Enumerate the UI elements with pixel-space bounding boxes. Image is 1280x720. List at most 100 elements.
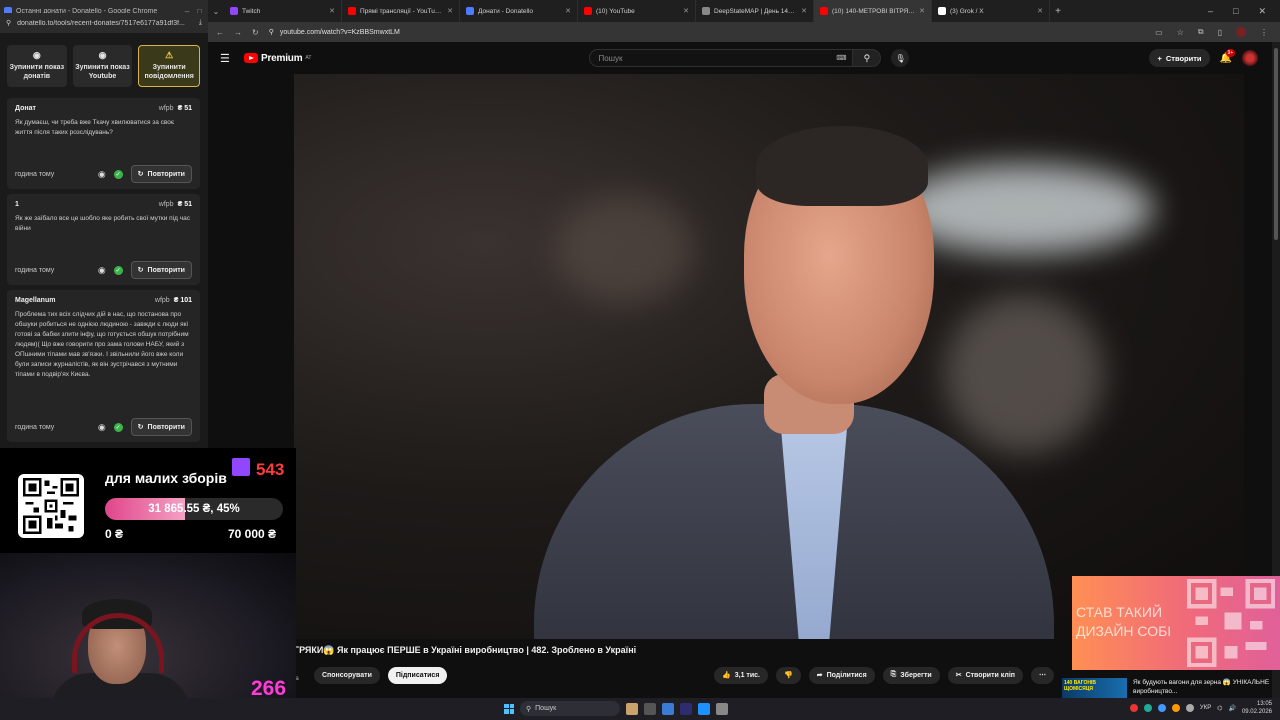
sponsor-button[interactable]: Спонсорувати (314, 666, 380, 684)
close-icon[interactable]: ✕ (919, 7, 925, 15)
close-icon[interactable]: ✕ (683, 7, 689, 15)
related-video[interactable]: 140 ВАГОНІВ ЩОМІСЯЦЯ Як будують вагони д… (1062, 678, 1272, 700)
dislike-button[interactable]: 👎 (776, 666, 801, 684)
eye-icon[interactable]: ◉ (98, 169, 106, 180)
keyboard-icon[interactable]: ⌨ (836, 54, 846, 62)
related-video-thumbnail[interactable]: 140 ВАГОНІВ ЩОМІСЯЦЯ (1062, 678, 1127, 700)
tray-icon[interactable] (1143, 704, 1152, 712)
video-player[interactable] (294, 74, 1244, 639)
tab-twitch[interactable]: Twitch ✕ (224, 0, 342, 22)
windows-start-icon[interactable] (504, 703, 514, 714)
sponsor-label: Спонсорувати (322, 671, 372, 679)
close-window-icon[interactable]: ✕ (1258, 6, 1266, 17)
repeat-icon: ↻ (137, 424, 144, 431)
bookmark-star-icon[interactable]: ☆ (1177, 28, 1184, 37)
new-tab-button[interactable]: + (1050, 0, 1066, 22)
site-info-icon[interactable]: ⚲ (6, 19, 11, 27)
donation-card: Magellanum wfpb ₴ 101 Проблема тих всіх сл… (7, 290, 200, 442)
close-icon[interactable]: ✕ (801, 7, 807, 15)
donation-amount: ₴ 51 (177, 201, 192, 208)
notifications-button[interactable]: 🔔 9+ (1220, 48, 1236, 64)
network-icon[interactable]: ⌬ (1217, 705, 1222, 712)
volume-icon[interactable]: 🔊 (1228, 705, 1235, 712)
close-icon[interactable]: ✕ (447, 7, 453, 15)
stop-youtube-button[interactable]: ◉ Зупинити показ Youtube (72, 45, 133, 87)
close-icon[interactable]: ✕ (329, 7, 335, 15)
tab-youtube[interactable]: (10) YouTube ✕ (578, 0, 696, 22)
taskbar-app-icon[interactable] (644, 702, 656, 715)
tab-youtube-video[interactable]: (10) 140-МЕТРОВІ ВІТРЯКИ ✕ (814, 0, 932, 22)
tray-icon[interactable] (1171, 704, 1180, 712)
extensions-icon[interactable]: ⧉ (1198, 27, 1204, 37)
forward-icon[interactable]: → (234, 28, 242, 37)
search-button[interactable]: ⚲ (853, 49, 882, 67)
maximize-icon[interactable]: □ (1233, 6, 1238, 16)
tab-deepstatemap[interactable]: DeepStateMAP | День 1447 | На ✕ (696, 0, 814, 22)
qr-code-graphic (23, 478, 79, 534)
scrollbar-thumb[interactable] (1274, 48, 1278, 240)
search-input[interactable]: Пошук ⌨ (589, 49, 854, 67)
tab-grok[interactable]: (3) Grok / X ✕ (932, 0, 1050, 22)
system-clock[interactable]: 13:05 09.02.2026 (1242, 700, 1272, 716)
donation-amount: ₴ 101 (173, 297, 192, 304)
save-button[interactable]: ⎘ Зберегти (882, 666, 940, 684)
minimize-icon[interactable]: – (1208, 6, 1213, 16)
taskbar-app-icon[interactable] (716, 702, 728, 715)
taskbar-app-icon[interactable] (698, 702, 710, 715)
tab-donatello[interactable]: Донати - Donatello ✕ (460, 0, 578, 22)
stop-donations-button[interactable]: ◉ Зупинити показ донатів (7, 45, 67, 87)
donation-platform: wfpb (158, 201, 174, 208)
taskbar-app-icon[interactable] (626, 702, 638, 715)
clip-button[interactable]: ✂ Створити кліп (947, 666, 1023, 684)
tray-icon[interactable] (1129, 704, 1138, 712)
like-button[interactable]: 👍 3,1 тис. (714, 666, 768, 684)
language-indicator[interactable]: УКР (1200, 705, 1211, 711)
repeat-button[interactable]: ↻ Повторити (130, 165, 192, 183)
repeat-button[interactable]: ↻ Повторити (130, 418, 192, 436)
bookmark-icon: ⎘ (890, 671, 897, 678)
sidebar-icon[interactable]: ▯ (1218, 28, 1222, 37)
taskbar-app-icon[interactable] (662, 702, 674, 715)
close-icon[interactable]: ✕ (565, 7, 571, 15)
tray-icon[interactable] (1185, 704, 1194, 712)
close-icon[interactable]: ✕ (1037, 7, 1043, 15)
stop-messages-button[interactable]: ⚠ Зупинити повідомлення (138, 45, 201, 87)
create-button[interactable]: + Створити (1149, 49, 1210, 67)
windows-taskbar: ⚲ Пошук УКР ⌬ 🔊 13:05 09.02.2026 (0, 698, 1280, 720)
tray-icon[interactable] (1157, 704, 1166, 712)
eye-icon[interactable]: ◉ (98, 422, 106, 433)
donation-time: година тому (15, 266, 55, 274)
cast-icon[interactable]: ▭ (1155, 28, 1163, 37)
subscribe-button[interactable]: Підписатися (387, 666, 448, 684)
repeat-label: Повторити (147, 170, 185, 178)
profile-avatar[interactable] (1236, 27, 1246, 37)
menu-dots-icon[interactable]: ⋮ (1260, 28, 1268, 37)
url-text: youtube.com/watch?v=KzBBSmwxtLM (279, 28, 400, 36)
download-icon[interactable]: ⤓ (199, 19, 202, 27)
promo-banner: СТАВ ТАКИЙ ДИЗАЙН СОБІ (1072, 576, 1280, 670)
like-count: 3,1 тис. (734, 671, 760, 679)
youtube-logo[interactable]: Premium AT (244, 53, 311, 64)
back-icon[interactable]: ← (216, 28, 224, 37)
speaker-hair (756, 126, 928, 206)
repeat-button[interactable]: ↻ Повторити (130, 261, 192, 279)
share-button[interactable]: ➦ Поділитися (808, 666, 875, 684)
subscribe-label: Підписатися (395, 671, 440, 679)
eye-icon[interactable]: ◉ (98, 265, 106, 276)
voice-search-button[interactable]: 🎙 (891, 49, 910, 67)
donation-message: Проблема тих всіх слідчих дій в нас, що … (15, 311, 189, 378)
hamburger-menu-icon[interactable]: ☰ (220, 52, 234, 65)
plus-icon: + (1157, 53, 1162, 63)
site-info-icon[interactable]: ⚲ (269, 28, 274, 36)
more-actions-button[interactable]: ⋯ (1031, 666, 1054, 684)
account-avatar[interactable] (1242, 50, 1258, 66)
thumbs-up-icon: 👍 (722, 672, 731, 679)
tab-youtube-studio[interactable]: Прямі трансляції - YouTube St ✕ (342, 0, 460, 22)
donatello-url[interactable]: donatello.to/tools/recent-donates/7517e6… (17, 20, 193, 27)
related-video-title[interactable]: Як будують вагони для зерна 😱 УНІКАЛЬНЕ … (1133, 678, 1272, 700)
url-field[interactable]: ⚲ youtube.com/watch?v=KzBBSmwxtLM (269, 28, 1145, 37)
reload-icon[interactable]: ↻ (252, 28, 259, 37)
taskbar-app-icon[interactable] (680, 702, 692, 715)
tab-list-icon[interactable]: ⌄ (208, 0, 224, 22)
taskbar-search[interactable]: ⚲ Пошук (520, 701, 620, 716)
